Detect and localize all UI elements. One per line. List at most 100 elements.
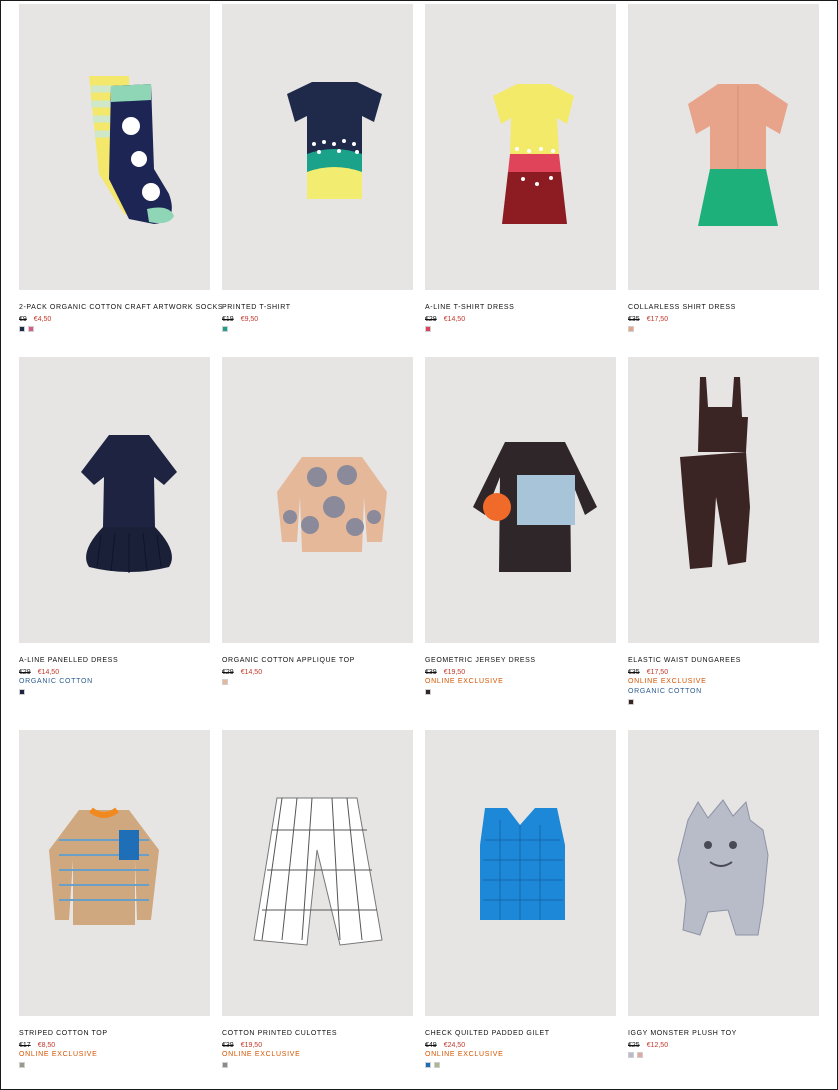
original-price: €25 [628, 1042, 640, 1049]
original-price: €9 [19, 316, 27, 323]
product-card[interactable]: 2-PACK ORGANIC COTTON CRAFT ARTWORK SOCK… [19, 4, 223, 333]
product-name[interactable]: STRIPED COTTON TOP [19, 1029, 210, 1038]
product-name[interactable]: GEOMETRIC JERSEY DRESS [425, 656, 616, 665]
sale-price: €8,50 [37, 1042, 56, 1049]
price-row: €17 €8,50 [19, 1041, 210, 1050]
product-card[interactable]: ELASTIC WAIST DUNGAREES €35 €17,50 ONLINE E… [628, 357, 819, 706]
organic-cotton-label: ORGANIC COTTON [628, 688, 702, 695]
sale-price: €19,50 [443, 669, 466, 676]
color-swatch[interactable] [425, 326, 431, 332]
original-price: €29 [222, 669, 234, 676]
color-swatches [19, 1062, 210, 1069]
color-swatch[interactable] [637, 1052, 643, 1058]
sale-price: €17,50 [646, 669, 669, 676]
color-swatches [425, 326, 616, 333]
original-price: €29 [19, 669, 31, 676]
product-card[interactable]: PRINTED T-SHIRT €19 €9,50 [222, 4, 413, 333]
color-swatch[interactable] [434, 1062, 440, 1068]
original-price: €39 [222, 1042, 234, 1049]
product-image[interactable] [222, 357, 413, 643]
original-price: €35 [628, 669, 640, 676]
product-card[interactable]: COLLARLESS SHIRT DRESS €35 €17,50 [628, 4, 819, 333]
price-row: €29 €14,50 [425, 315, 616, 324]
sale-price: €12,50 [646, 1042, 669, 1049]
product-image[interactable] [628, 357, 819, 643]
product-card[interactable]: A-LINE PANELLED DRESS €29 €14,50 ORGANIC CO… [19, 357, 210, 696]
color-swatches [425, 689, 616, 696]
product-name[interactable]: ORGANIC COTTON APPLIQUE TOP [222, 656, 413, 665]
product-name[interactable]: ELASTIC WAIST DUNGAREES [628, 656, 819, 665]
price-row: €19 €9,50 [222, 315, 413, 324]
price-row: €25 €12,50 [628, 1041, 819, 1050]
original-price: €39 [425, 669, 437, 676]
color-swatch[interactable] [628, 1052, 634, 1058]
organic-cotton-label: ORGANIC COTTON [19, 678, 93, 685]
price-row: €39 €19,50 [425, 668, 616, 677]
product-name[interactable]: CHECK QUILTED PADDED GILET [425, 1029, 616, 1038]
original-price: €29 [425, 316, 437, 323]
product-card[interactable]: STRIPED COTTON TOP €17 €8,50 ONLINE EXCLUSI… [19, 730, 210, 1069]
product-name[interactable]: A-LINE T-SHIRT DRESS [425, 303, 616, 312]
color-swatch[interactable] [222, 679, 228, 685]
online-exclusive-label: ONLINE EXCLUSIVE [425, 678, 504, 685]
color-swatch[interactable] [19, 689, 25, 695]
product-image[interactable] [628, 730, 819, 1016]
color-swatch[interactable] [19, 1062, 25, 1068]
product-name[interactable]: A-LINE PANELLED DRESS [19, 656, 210, 665]
product-image[interactable] [19, 730, 210, 1016]
color-swatches [19, 326, 210, 333]
product-image[interactable] [19, 4, 210, 290]
product-image[interactable] [425, 730, 616, 1016]
color-swatch[interactable] [28, 326, 34, 332]
product-image[interactable] [222, 4, 413, 290]
product-card[interactable]: CHECK QUILTED PADDED GILET €49 €24,50 ONLIN… [425, 730, 616, 1069]
color-swatch[interactable] [628, 326, 634, 332]
sale-price: €19,50 [240, 1042, 263, 1049]
online-exclusive-label: ONLINE EXCLUSIVE [222, 1051, 301, 1058]
price-row: €29 €14,50 [222, 668, 413, 677]
original-price: €17 [19, 1042, 31, 1049]
price-row: €49 €24,50 [425, 1041, 616, 1050]
color-swatches [628, 326, 819, 333]
product-card[interactable]: GEOMETRIC JERSEY DRESS €39 €19,50 ONLINE EX… [425, 357, 616, 696]
product-name[interactable]: COLLARLESS SHIRT DRESS [628, 303, 819, 312]
sale-price: €9,50 [240, 316, 259, 323]
online-exclusive-label: ONLINE EXCLUSIVE [628, 678, 707, 685]
product-card[interactable]: COTTON PRINTED CULOTTES €39 €19,50 ONLINE E… [222, 730, 413, 1069]
product-name[interactable]: IGGY MONSTER PLUSH TOY [628, 1029, 819, 1038]
product-card[interactable]: ORGANIC COTTON APPLIQUE TOP €29 €14,50 [222, 357, 413, 686]
product-image[interactable] [425, 4, 616, 290]
color-swatch[interactable] [425, 1062, 431, 1068]
color-swatches [628, 1052, 819, 1059]
price-row: €35 €17,50 [628, 315, 819, 324]
original-price: €19 [222, 316, 234, 323]
product-image[interactable] [19, 357, 210, 643]
product-name[interactable]: 2-PACK ORGANIC COTTON CRAFT ARTWORK SOCK… [19, 303, 223, 312]
original-price: €35 [628, 316, 640, 323]
color-swatches [628, 699, 819, 706]
product-name[interactable]: PRINTED T-SHIRT [222, 303, 413, 312]
color-swatch[interactable] [628, 699, 634, 705]
sale-price: €14,50 [443, 316, 466, 323]
color-swatch[interactable] [222, 326, 228, 332]
sale-price: €17,50 [646, 316, 669, 323]
price-row: €39 €19,50 [222, 1041, 413, 1050]
sale-price: €14,50 [37, 669, 60, 676]
product-image[interactable] [425, 357, 616, 643]
color-swatches [222, 679, 413, 686]
product-name[interactable]: COTTON PRINTED CULOTTES [222, 1029, 413, 1038]
price-row: €35 €17,50 [628, 668, 819, 677]
color-swatches [222, 1062, 413, 1069]
product-card[interactable]: A-LINE T-SHIRT DRESS €29 €14,50 [425, 4, 616, 333]
color-swatches [19, 689, 210, 696]
price-row: €29 €14,50 [19, 668, 210, 677]
product-image[interactable] [222, 730, 413, 1016]
online-exclusive-label: ONLINE EXCLUSIVE [19, 1051, 98, 1058]
sale-price: €4,50 [33, 316, 52, 323]
product-image[interactable] [628, 4, 819, 290]
color-swatch[interactable] [425, 689, 431, 695]
color-swatch[interactable] [222, 1062, 228, 1068]
color-swatch[interactable] [19, 326, 25, 332]
color-swatches [425, 1062, 616, 1069]
product-card[interactable]: IGGY MONSTER PLUSH TOY €25 €12,50 [628, 730, 819, 1059]
